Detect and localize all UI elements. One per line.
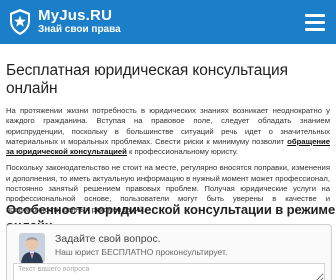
paragraph-text: к профессиональному юристу.	[126, 147, 238, 157]
ask-title: Задайте свой вопрос.	[55, 233, 161, 245]
page-title: Бесплатная юридическая консультация онла…	[6, 62, 288, 97]
hamburger-menu-icon-line	[305, 20, 325, 24]
hamburger-menu-icon	[305, 13, 325, 17]
paragraph-text: На протяжении жизни потребность в юридич…	[6, 106, 330, 146]
site-header: MyJus.RU Знай свои права	[0, 0, 336, 44]
ask-question-widget: Задайте свой вопрос. Наш юрист БЕСПЛАТНО…	[6, 224, 332, 280]
hamburger-menu-icon-line	[305, 27, 325, 31]
lawyer-avatar	[19, 233, 45, 263]
article: Бесплатная юридическая консультация онла…	[6, 62, 330, 215]
site-logo[interactable]: MyJus.RU Знай свои права	[8, 6, 121, 38]
shield-star-icon	[10, 9, 30, 35]
site-tagline: Знай свои права	[38, 24, 121, 35]
intro-paragraph: На протяжении жизни потребность в юридич…	[6, 106, 330, 157]
person-icon	[19, 233, 45, 263]
ask-subtitle: Наш юрист БЕСПЛАТНО проконсультирует.	[55, 247, 228, 257]
hamburger-menu-button[interactable]	[300, 10, 330, 34]
site-name: MyJus.RU	[38, 7, 113, 24]
question-input[interactable]	[13, 263, 325, 280]
logo-text: MyJus.RU Знай свои права	[38, 8, 121, 36]
